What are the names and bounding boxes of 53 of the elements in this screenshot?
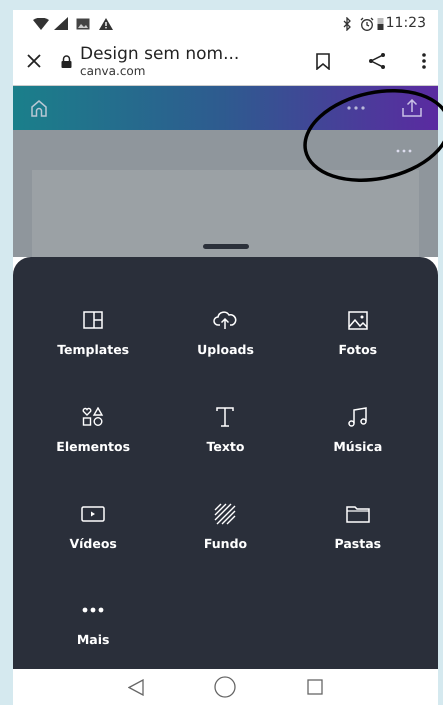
drag-handle[interactable]: [202, 244, 248, 249]
layout-icon: [83, 311, 104, 329]
shapes-icon: [82, 406, 104, 427]
close-icon: [27, 54, 41, 68]
recents-button[interactable]: [306, 679, 323, 695]
bookmark-button[interactable]: [316, 52, 330, 70]
menu-item[interactable]: Templates: [27, 309, 160, 360]
back-button[interactable]: [128, 678, 144, 696]
share-upload-button[interactable]: [402, 99, 422, 117]
status-time: 11:23: [386, 14, 426, 33]
more-options-button[interactable]: [347, 106, 365, 110]
menu-item[interactable]: Mais: [27, 599, 160, 650]
more-horizontal-icon: [396, 149, 412, 153]
page-title: Design sem nom...: [80, 44, 240, 64]
lock-icon: [61, 54, 72, 68]
menu-item[interactable]: Vídeos: [27, 502, 160, 554]
text-icon: [215, 406, 236, 427]
menu-item[interactable]: Música: [292, 406, 424, 456]
battery-icon: [376, 17, 384, 30]
signal-icon: [54, 17, 68, 30]
music-note-icon: [348, 406, 368, 427]
menu-item[interactable]: Fotos: [292, 309, 424, 360]
more-vertical-icon: [422, 53, 426, 69]
upload-icon: [402, 99, 422, 117]
square-icon: [306, 679, 323, 695]
menu-button[interactable]: [422, 53, 426, 69]
menu-item[interactable]: Fundo: [159, 502, 292, 554]
folder-icon: [346, 504, 370, 522]
wifi-icon: [32, 18, 50, 30]
menu-item[interactable]: Uploads: [159, 309, 292, 360]
menu-item[interactable]: Pastas: [292, 502, 424, 554]
alarm-clock-icon: [360, 16, 374, 30]
bookmark-icon: [316, 52, 330, 70]
warning-icon: [99, 18, 113, 30]
share-icon: [368, 52, 386, 70]
circle-icon: [214, 676, 236, 698]
more-horizontal-icon: [82, 607, 104, 614]
home-icon: [29, 99, 49, 117]
page-url: canva.com: [80, 64, 146, 78]
menu-item[interactable]: Texto: [159, 406, 292, 456]
image-icon: [348, 310, 368, 330]
video-player-icon: [81, 506, 106, 522]
home-button[interactable]: [214, 676, 236, 698]
share-button[interactable]: [368, 52, 386, 70]
close-button[interactable]: [27, 54, 41, 68]
bluetooth-icon: [342, 16, 352, 30]
menu-item[interactable]: Elementos: [27, 406, 160, 456]
hatched-pattern-icon: [214, 502, 236, 524]
home-button[interactable]: [29, 99, 49, 117]
back-triangle-icon: [128, 678, 144, 696]
cloud-upload-icon: [213, 310, 238, 330]
image-icon: [76, 18, 90, 30]
more-horizontal-icon: [347, 106, 365, 110]
